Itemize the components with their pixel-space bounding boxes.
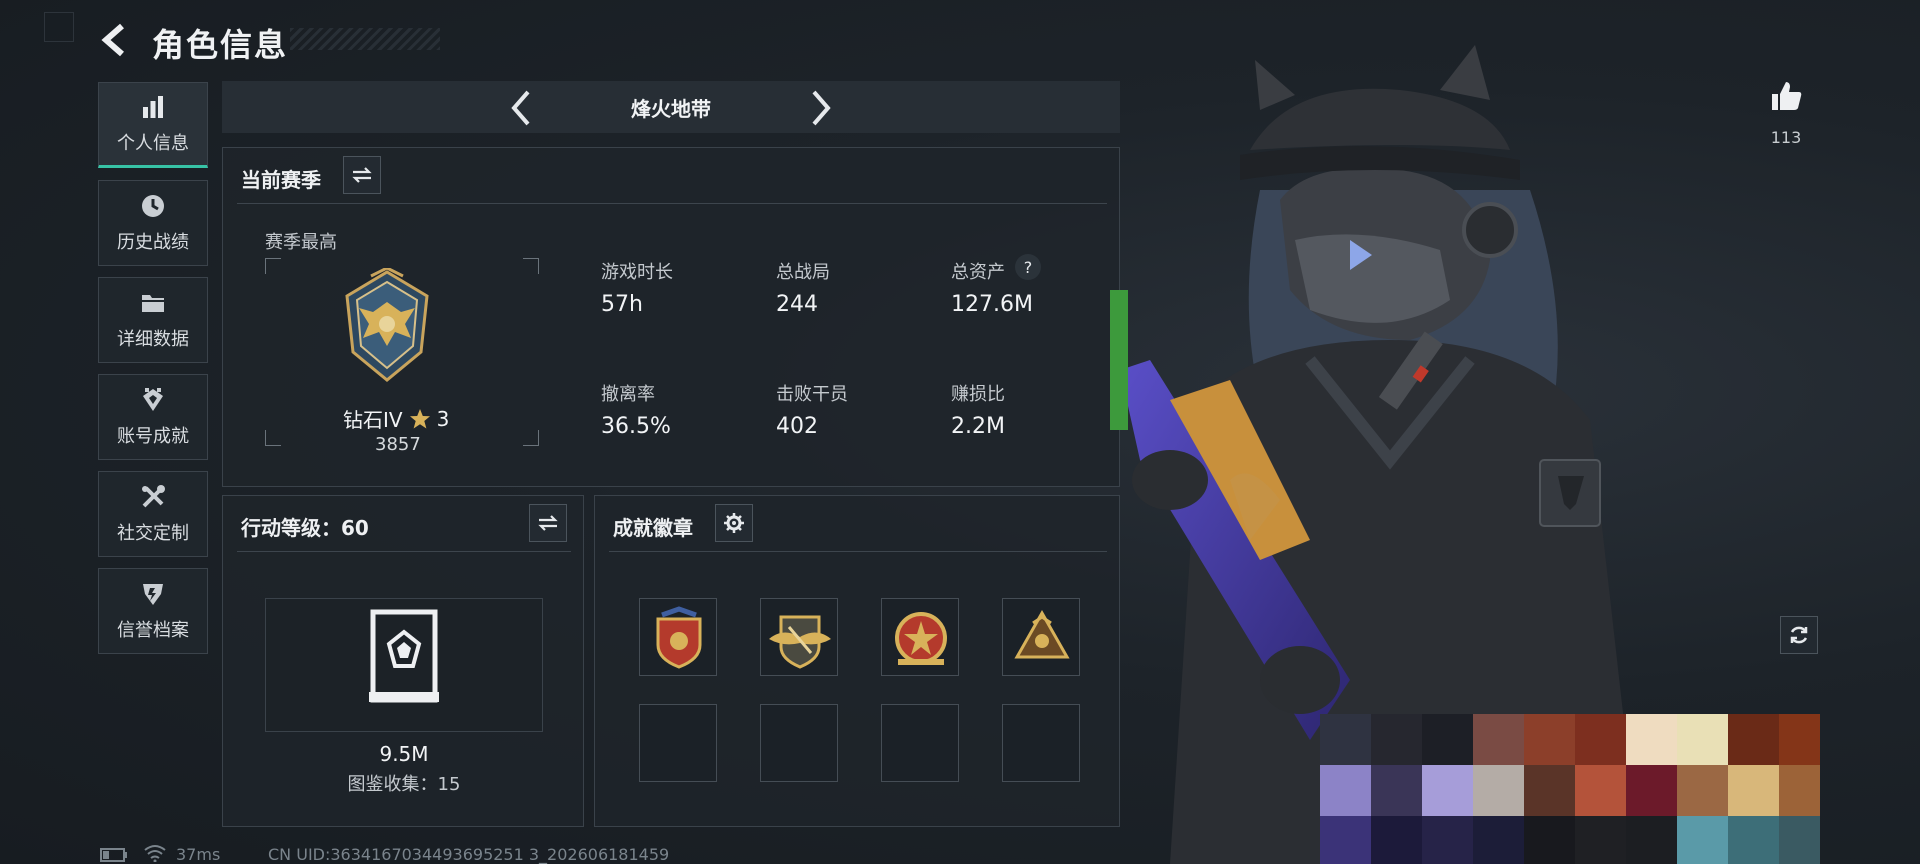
season-title: 当前赛季 — [241, 168, 321, 192]
section-divider — [237, 551, 571, 552]
thumbs-up-icon[interactable] — [1768, 78, 1804, 114]
corner-frame — [44, 12, 74, 42]
history-clock-icon — [142, 195, 164, 217]
pixelated-name-plate — [1320, 674, 1820, 864]
gold-triangle-badge-icon — [1014, 609, 1070, 659]
rank-stars: 3 — [436, 406, 450, 431]
frame-corner — [523, 258, 539, 274]
badge-slot-empty[interactable] — [760, 704, 838, 782]
stat-label: 击败干员 — [776, 384, 848, 405]
gold-wings-badge-icon — [769, 615, 831, 669]
folder-icon — [142, 295, 164, 312]
star-icon — [409, 408, 430, 428]
red-star-badge-icon — [895, 612, 947, 665]
action-level-switch-button[interactable] — [529, 504, 567, 542]
collection-count: 图鉴收集：15 — [347, 774, 461, 795]
badge-slot[interactable] — [1002, 598, 1080, 676]
help-button[interactable]: ? — [1015, 254, 1041, 280]
achievements-title: 成就徽章 — [613, 516, 693, 540]
sidebar-item-social[interactable]: 社交定制 — [98, 471, 208, 557]
season-best-label: 赛季最高 — [265, 232, 337, 253]
sidebar-item-credit[interactable]: 信誉档案 — [98, 568, 208, 654]
achievements-panel: 成就徽章 — [594, 495, 1120, 827]
prev-zone-arrow-icon[interactable] — [500, 86, 544, 130]
stat-label: 赚损比 — [951, 384, 1005, 405]
frame-corner — [265, 258, 281, 274]
refresh-button[interactable] — [1780, 616, 1818, 654]
stat-value: 2.2M — [951, 414, 1005, 439]
player-uid: CN UID:3634167034493695251 3_20260618145… — [268, 845, 670, 864]
stat-label: 总战局 — [776, 262, 830, 283]
tools-icon — [142, 485, 165, 508]
stat-label: 总资产 — [951, 262, 1005, 283]
sidebar-item-history[interactable]: 历史战绩 — [98, 180, 208, 266]
badge-slot[interactable] — [760, 598, 838, 676]
season-panel: 当前赛季 赛季最高 钻石IV 3 3857 游戏时长 57h 总战局 244 总… — [222, 147, 1120, 487]
stat-value: 127.6M — [951, 292, 1033, 317]
next-zone-arrow-icon[interactable] — [798, 86, 842, 130]
sidebar-item-label: 社交定制 — [117, 523, 189, 544]
swap-icon — [538, 515, 558, 531]
sidebar-item-personal-info[interactable]: 个人信息 — [98, 82, 208, 168]
bar-chart-icon — [143, 96, 163, 118]
achievements-settings-button[interactable] — [715, 504, 753, 542]
action-level-value: 9.5M — [379, 742, 429, 766]
sidebar-item-label: 账号成就 — [117, 426, 189, 447]
achievement-icon — [143, 388, 163, 411]
rank-line: 钻石IV 3 — [343, 404, 449, 433]
title-decoration — [290, 28, 440, 50]
badge-slot-empty[interactable] — [1002, 704, 1080, 782]
stat-value: 402 — [776, 414, 818, 439]
refresh-icon — [1790, 626, 1808, 644]
frame-corner — [265, 430, 281, 446]
badge-slot[interactable] — [881, 598, 959, 676]
frame-corner — [523, 430, 539, 446]
credit-shield-icon — [143, 584, 163, 605]
stat-value: 36.5% — [601, 414, 671, 439]
red-shield-badge-icon — [656, 606, 702, 669]
badge-slot[interactable] — [639, 598, 717, 676]
ping-value: 37ms — [176, 845, 221, 864]
swap-icon — [352, 167, 372, 183]
zone-selector: 烽火地带 — [222, 81, 1120, 133]
diamond-rank-emblem-icon — [345, 268, 429, 382]
sidebar-item-label: 详细数据 — [117, 329, 189, 350]
badge-slot-empty[interactable] — [639, 704, 717, 782]
stat-label: 游戏时长 — [601, 262, 673, 283]
season-switch-button[interactable] — [343, 156, 381, 194]
like-count: 113 — [1770, 128, 1802, 147]
sidebar-item-label: 信誉档案 — [117, 620, 189, 641]
sidebar-item-label: 历史战绩 — [117, 232, 189, 253]
battery-icon — [100, 848, 127, 862]
collection-trophy-icon — [369, 609, 439, 703]
wifi-icon — [144, 845, 166, 862]
section-divider — [237, 203, 1107, 204]
page-title: 角色信息 — [152, 26, 289, 64]
sidebar-item-detailed-data[interactable]: 详细数据 — [98, 277, 208, 363]
action-level-panel: 行动等级：60 9.5M 图鉴收集：15 — [222, 495, 584, 827]
stat-label: 撤离率 — [601, 384, 655, 405]
section-divider — [609, 551, 1107, 552]
gear-icon — [724, 513, 744, 533]
zone-name: 烽火地带 — [631, 96, 711, 121]
stat-value: 244 — [776, 292, 818, 317]
rank-name: 钻石IV — [343, 408, 403, 432]
badge-slot-empty[interactable] — [881, 704, 959, 782]
action-level-title: 行动等级：60 — [241, 516, 369, 540]
sidebar-item-label: 个人信息 — [117, 133, 189, 154]
rank-points: 3857 — [375, 434, 421, 455]
sidebar-item-achievements[interactable]: 账号成就 — [98, 374, 208, 460]
stat-value: 57h — [601, 292, 643, 317]
back-arrow-icon[interactable] — [96, 20, 136, 60]
